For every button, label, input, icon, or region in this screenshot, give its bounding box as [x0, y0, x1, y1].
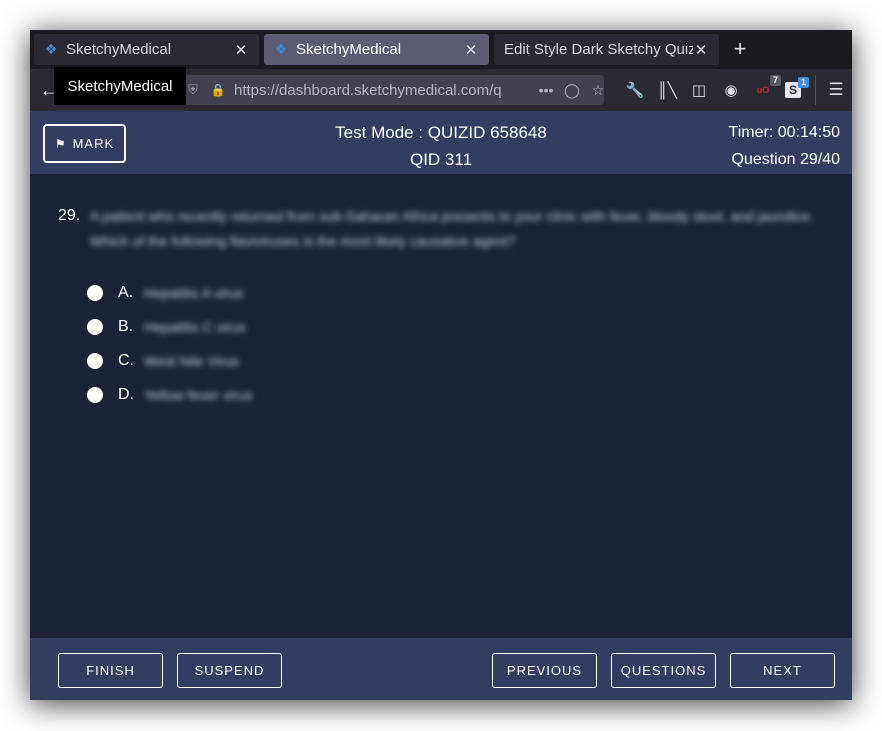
radio-button[interactable]: [87, 387, 103, 403]
tab-label: SketchyMedical: [66, 41, 172, 58]
finish-button[interactable]: FINISH: [58, 653, 163, 688]
answer-option-c[interactable]: C. West Nile Virus: [87, 350, 239, 372]
flag-icon: ⚑: [54, 136, 67, 151]
next-button[interactable]: NEXT: [730, 653, 835, 688]
library-icon[interactable]: ║╲: [657, 80, 677, 100]
bookmark-star-icon[interactable]: ☆: [588, 81, 608, 99]
ublock-badge: 7: [769, 75, 781, 86]
lock-icon[interactable]: 🔒: [210, 82, 226, 98]
figure-favicon-icon: ❖: [44, 41, 58, 57]
figure-favicon-icon: ❖: [274, 41, 288, 57]
ublock-letter: uO: [756, 85, 770, 95]
mark-button[interactable]: ⚑ MARK: [43, 124, 126, 163]
close-icon[interactable]: ✕: [463, 42, 479, 59]
answer-option-d[interactable]: D. Yellow fever virus: [87, 384, 252, 406]
quiz-header: ⚑ MARK Test Mode : QUIZID 658648 QID 311…: [30, 111, 852, 174]
timer: Timer: 00:14:50: [728, 124, 840, 141]
tab-sketchymedical-2[interactable]: ❖ SketchyMedical ✕: [264, 34, 489, 65]
answer-option-b[interactable]: B. Hepatitis C virus: [87, 316, 246, 338]
url-bar[interactable]: ⛨ 🔒 https://dashboard.sketchymedical.com…: [184, 75, 604, 105]
wrench-icon[interactable]: 🔧: [625, 80, 645, 100]
question-text: A patient who recently returned from sub…: [90, 208, 814, 249]
tab-edit-style[interactable]: Edit Style Dark Sketchy Quiz ✕: [494, 34, 719, 65]
option-letter: C.: [118, 352, 134, 369]
stylus-icon[interactable]: S 1: [785, 77, 809, 98]
close-icon[interactable]: ✕: [233, 42, 249, 59]
option-text: Hepatitis A virus: [144, 285, 244, 301]
questions-button[interactable]: QUESTIONS: [611, 653, 716, 688]
radio-button[interactable]: [87, 285, 103, 301]
option-letter: B.: [118, 318, 134, 335]
hamburger-menu-icon[interactable]: ☰: [826, 80, 846, 100]
previous-button[interactable]: PREVIOUS: [492, 653, 597, 688]
sidebar-icon[interactable]: ◫: [689, 80, 709, 100]
option-letter: A.: [118, 284, 134, 301]
shield-icon[interactable]: ⛨: [184, 81, 202, 99]
tab-strip: ❖ SketchyMedical ✕ ❖ SketchyMedical ✕ Ed…: [30, 30, 852, 69]
tab-tooltip: SketchyMedical: [54, 67, 186, 105]
ublock-icon[interactable]: uO 7: [753, 75, 781, 100]
url-text[interactable]: https://dashboard.sketchymedical.com/q: [234, 82, 524, 100]
toolbar-divider: [815, 75, 816, 105]
account-icon[interactable]: ◉: [721, 80, 741, 100]
suspend-button[interactable]: SUSPEND: [177, 653, 282, 688]
pocket-icon[interactable]: ◯: [562, 81, 582, 99]
quiz-status: Timer: 00:14:50 Question 29/40: [729, 119, 840, 173]
quiz-mode-id: Test Mode : QUIZID 658648: [335, 123, 547, 142]
stylus-badge: 1: [797, 77, 809, 88]
quiz-title: Test Mode : QUIZID 658648 QID 311: [280, 119, 602, 173]
tab-label: SketchyMedical: [296, 41, 402, 58]
radio-button[interactable]: [87, 319, 103, 335]
tab-label: Edit Style Dark Sketchy Quiz: [504, 41, 693, 58]
question-counter: Question 29/40: [731, 151, 840, 168]
answer-option-a[interactable]: A. Hepatitis A virus: [87, 282, 244, 304]
question-id: QID 311: [409, 150, 473, 169]
radio-button[interactable]: [87, 353, 103, 369]
option-text: Yellow fever virus: [144, 387, 253, 403]
option-letter: D.: [118, 386, 134, 403]
option-text: West Nile Virus: [144, 353, 240, 369]
question-number: 29.: [58, 207, 81, 224]
quiz-footer: FINISH SUSPEND PREVIOUS QUESTIONS NEXT: [30, 638, 852, 700]
browser-window: ❖ SketchyMedical ✕ ❖ SketchyMedical ✕ Ed…: [30, 30, 852, 700]
new-tab-icon[interactable]: +: [730, 35, 750, 63]
mark-label: MARK: [72, 136, 115, 151]
stylus-letter: S: [788, 83, 797, 97]
close-icon[interactable]: ✕: [693, 42, 709, 59]
option-text: Hepatitis C virus: [144, 319, 246, 335]
more-actions-icon[interactable]: •••: [536, 81, 556, 99]
tab-sketchymedical-1[interactable]: ❖ SketchyMedical ✕: [34, 34, 259, 65]
